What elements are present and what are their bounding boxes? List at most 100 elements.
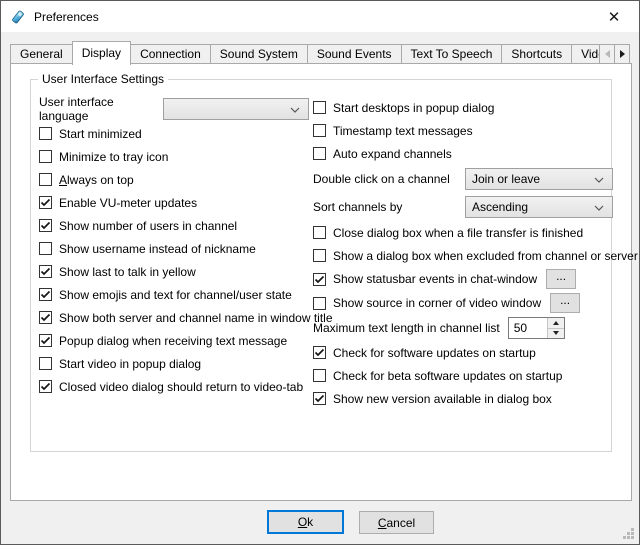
checkbox-label: Minimize to tray icon — [59, 150, 168, 164]
checkbox-popup-text-message[interactable]: Popup dialog when receiving text message — [39, 329, 307, 352]
checkbox-box — [39, 357, 52, 370]
checkbox-show-username[interactable]: Show username instead of nickname — [39, 237, 307, 260]
language-row: User interface language — [39, 96, 307, 122]
checkbox-label: Show statusbar events in chat-window — [333, 272, 537, 286]
checkbox-label: Show both server and channel name in win… — [59, 311, 333, 325]
tab-scroll-left-button[interactable] — [599, 44, 615, 64]
tab-display[interactable]: Display — [72, 41, 131, 65]
language-combobox[interactable] — [163, 98, 309, 120]
checkbox-label: Show new version available in dialog box — [333, 392, 552, 406]
checkbox-label: Check for beta software updates on start… — [333, 369, 562, 383]
arrow-left-icon — [605, 50, 610, 58]
checkbox-box — [39, 242, 52, 255]
checkbox-enable-vu-meter[interactable]: Enable VU-meter updates — [39, 191, 307, 214]
checkbox-label: Show source in corner of video window — [333, 296, 541, 310]
close-icon[interactable]: ✕ — [597, 1, 631, 32]
checkbox-label: Show username instead of nickname — [59, 242, 256, 256]
checkbox-label: Closed video dialog should return to vid… — [59, 380, 303, 394]
checkbox-last-to-talk-yellow[interactable]: Show last to talk in yellow — [39, 260, 307, 283]
chevron-down-icon — [594, 177, 604, 183]
double-click-value: Join or leave — [472, 172, 540, 186]
language-label: User interface language — [39, 95, 163, 123]
checkbox-show-user-count[interactable]: Show number of users in channel — [39, 214, 307, 237]
checkbox-label: Auto expand channels — [333, 147, 452, 161]
spin-down-button[interactable] — [548, 329, 564, 339]
checkbox-box — [39, 219, 52, 232]
checkbox-close-on-file-transfer[interactable]: Close dialog box when a file transfer is… — [313, 221, 613, 244]
checkbox-box — [39, 173, 52, 186]
checkbox-label: Close dialog box when a file transfer is… — [333, 226, 583, 240]
sort-channels-row: Sort channels by Ascending — [313, 193, 613, 221]
checkbox-label: Show a dialog box when excluded from cha… — [333, 249, 638, 263]
checkbox-box — [39, 288, 52, 301]
checkbox-box — [313, 369, 326, 382]
preferences-tabbar: General Display Connection Sound System … — [10, 41, 630, 64]
checkbox-box — [313, 101, 326, 114]
arrow-right-icon — [620, 50, 625, 58]
tab-scrollers — [600, 44, 630, 64]
spin-up-button[interactable] — [548, 318, 564, 329]
teamtalk-app-icon — [10, 9, 26, 25]
groupbox-title: User Interface Settings — [38, 72, 168, 86]
checkbox-box — [313, 297, 326, 310]
tab-shortcuts[interactable]: Shortcuts — [501, 44, 572, 64]
checkbox-start-video-popup[interactable]: Start video in popup dialog — [39, 352, 307, 375]
statusbar-events-config-button[interactable]: ... — [546, 269, 576, 289]
checkbox-check-updates[interactable]: Check for software updates on startup — [313, 341, 613, 364]
double-click-combobox[interactable]: Join or leave — [465, 168, 613, 190]
window-title: Preferences — [34, 10, 99, 24]
double-click-label: Double click on a channel — [313, 172, 465, 186]
checkbox-label: Start minimized — [59, 127, 142, 141]
checkbox-label: Show emojis and text for channel/user st… — [59, 288, 292, 302]
checkbox-label: Show number of users in channel — [59, 219, 237, 233]
arrow-down-icon — [553, 331, 559, 335]
checkbox-closed-video-return[interactable]: Closed video dialog should return to vid… — [39, 375, 307, 398]
tab-general[interactable]: General — [10, 44, 73, 64]
checkbox-dialog-when-excluded[interactable]: Show a dialog box when excluded from cha… — [313, 244, 613, 267]
checkbox-label: Always on top — [59, 173, 134, 187]
checkbox-label: Show last to talk in yellow — [59, 265, 196, 279]
checkbox-box — [313, 124, 326, 137]
max-text-length-label: Maximum text length in channel list — [313, 321, 500, 335]
sort-channels-label: Sort channels by — [313, 200, 465, 214]
max-text-length-value[interactable]: 50 — [509, 318, 547, 338]
checkbox-label: Start video in popup dialog — [59, 357, 201, 371]
tab-sound-system[interactable]: Sound System — [210, 44, 308, 64]
checkbox-box — [39, 380, 52, 393]
checkbox-timestamp-messages[interactable]: Timestamp text messages — [313, 119, 613, 142]
checkbox-box — [313, 273, 326, 286]
cancel-button[interactable]: Cancel — [359, 511, 434, 534]
checkbox-show-new-version-dialog[interactable]: Show new version available in dialog box — [313, 387, 613, 410]
ok-button[interactable]: Ok — [267, 510, 344, 534]
arrow-up-icon — [553, 321, 559, 325]
user-interface-settings-group: User Interface Settings User interface l… — [30, 79, 612, 452]
tab-sound-events[interactable]: Sound Events — [307, 44, 402, 64]
video-source-config-button[interactable]: ... — [550, 293, 580, 313]
left-column: User interface language Start minimized … — [39, 96, 307, 398]
checkbox-statusbar-events[interactable]: Show statusbar events in chat-window ... — [313, 267, 613, 291]
titlebar[interactable]: Preferences ✕ — [1, 1, 639, 32]
tab-text-to-speech[interactable]: Text To Speech — [401, 44, 503, 64]
checkbox-label: Check for software updates on startup — [333, 346, 536, 360]
chevron-down-icon — [594, 205, 604, 211]
checkbox-box — [313, 226, 326, 239]
right-column: Start desktops in popup dialog Timestamp… — [313, 96, 613, 410]
max-text-length-spinbox[interactable]: 50 — [508, 317, 565, 339]
checkbox-show-emojis[interactable]: Show emojis and text for channel/user st… — [39, 283, 307, 306]
checkbox-label: Enable VU-meter updates — [59, 196, 197, 210]
tab-connection[interactable]: Connection — [130, 44, 211, 64]
checkbox-always-on-top[interactable]: Always on top — [39, 168, 307, 191]
checkbox-start-minimized[interactable]: Start minimized — [39, 122, 307, 145]
sort-channels-combobox[interactable]: Ascending — [465, 196, 613, 218]
checkbox-box — [39, 334, 52, 347]
double-click-row: Double click on a channel Join or leave — [313, 165, 613, 193]
tab-scroll-right-button[interactable] — [614, 44, 630, 64]
resize-grip-icon[interactable] — [623, 528, 635, 540]
checkbox-server-channel-in-title[interactable]: Show both server and channel name in win… — [39, 306, 307, 329]
checkbox-auto-expand-channels[interactable]: Auto expand channels — [313, 142, 613, 165]
checkbox-box — [39, 265, 52, 278]
checkbox-video-source-corner[interactable]: Show source in corner of video window ..… — [313, 291, 613, 315]
checkbox-minimize-to-tray[interactable]: Minimize to tray icon — [39, 145, 307, 168]
checkbox-check-beta-updates[interactable]: Check for beta software updates on start… — [313, 364, 613, 387]
checkbox-start-desktops-popup[interactable]: Start desktops in popup dialog — [313, 96, 613, 119]
